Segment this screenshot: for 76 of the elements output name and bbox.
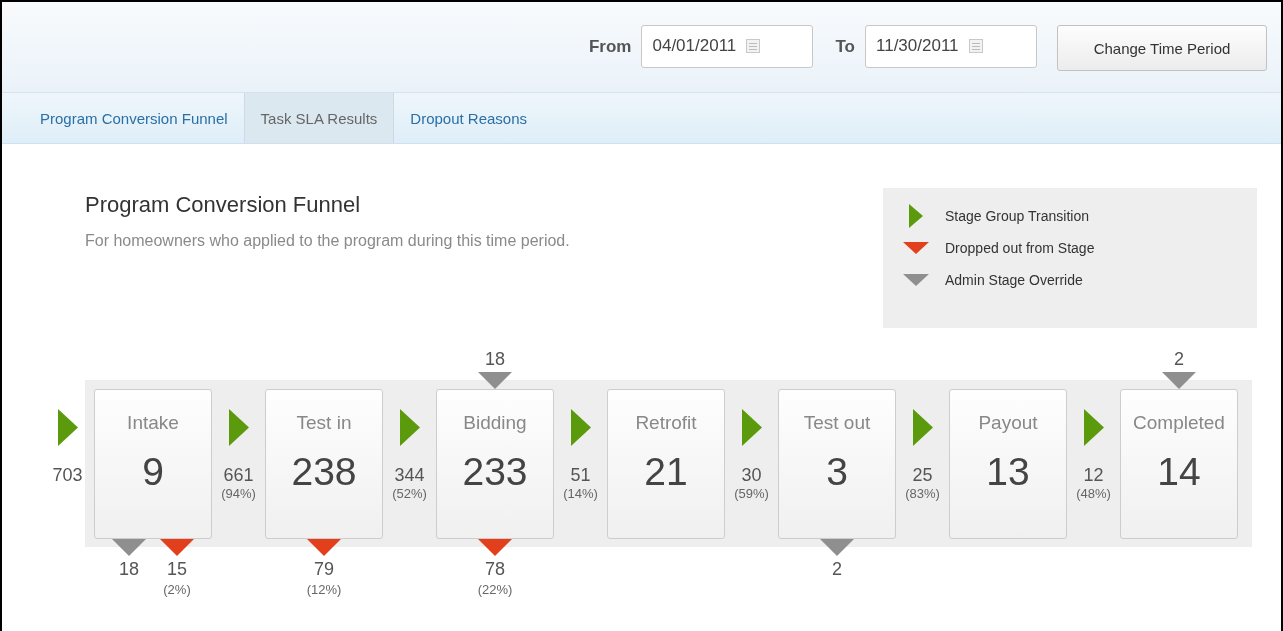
transition-count: 51	[570, 464, 591, 486]
stage-name: Payout	[978, 412, 1038, 434]
stage-count: 21	[644, 450, 688, 494]
transition-count: 661	[223, 464, 254, 486]
stage-name: Test out	[803, 412, 871, 434]
transition-percent: (59%)	[734, 486, 769, 501]
stage-card[interactable]: Test out 3	[778, 389, 896, 539]
down-triangle-icon	[307, 539, 341, 556]
change-time-period-button[interactable]: Change Time Period	[1057, 25, 1267, 71]
legend-label: Admin Stage Override	[945, 272, 1083, 288]
funnel-title: Program Conversion Funnel	[85, 192, 362, 218]
marker-count: 18	[485, 348, 505, 371]
down-triangle-icon	[1162, 372, 1196, 389]
down-triangle-icon	[478, 372, 512, 389]
date-field[interactable]: 11/30/2011	[865, 24, 1037, 68]
to-label: To	[835, 37, 855, 57]
transition-percent: (83%)	[905, 486, 940, 501]
transition-count: 12	[1083, 464, 1104, 486]
tab[interactable]: Program Conversion Funnel	[24, 93, 244, 143]
marker-count: 79	[314, 558, 334, 581]
date-field[interactable]: 04/01/2011	[641, 24, 814, 68]
play-triangle-icon	[909, 204, 923, 228]
play-triangle-icon	[570, 409, 591, 446]
play-triangle-icon	[228, 409, 249, 446]
stage-count: 233	[462, 450, 528, 494]
stage-count: 13	[986, 450, 1030, 494]
stage-card[interactable]: Completed 14	[1120, 389, 1238, 539]
stage-name: Intake	[127, 412, 179, 434]
transition-count: 703	[52, 464, 83, 486]
stage-count: 14	[1157, 450, 1201, 494]
down-triangle-icon	[903, 274, 929, 286]
play-triangle-icon	[399, 409, 420, 446]
stage-card[interactable]: Intake 9	[94, 389, 212, 539]
legend-label: Dropped out from Stage	[945, 240, 1095, 256]
tab[interactable]: Task SLA Results	[243, 93, 395, 143]
stage-count: 238	[291, 450, 357, 494]
marker-count: 15	[167, 558, 187, 581]
stage-card[interactable]: Test in 238	[265, 389, 383, 539]
transition-count: 30	[741, 464, 762, 486]
marker-percent: (12%)	[306, 582, 342, 597]
play-triangle-icon	[57, 409, 78, 446]
transition-percent: (52%)	[392, 486, 427, 501]
tab[interactable]: Dropout Reasons	[394, 93, 544, 143]
stage-card[interactable]: Payout 13	[949, 389, 1067, 539]
marker-count: 18	[119, 558, 139, 581]
stage-name: Bidding	[463, 412, 527, 434]
down-triangle-icon	[903, 242, 929, 254]
calendar-icon[interactable]	[968, 39, 983, 53]
play-triangle-icon	[741, 409, 762, 446]
marker-count: 78	[485, 558, 505, 581]
stage-card[interactable]: Retrofit 21	[607, 389, 725, 539]
funnel-subtitle: For homeowners who applied to the program during this time period.	[85, 232, 570, 250]
transition-count: 25	[912, 464, 933, 486]
stage-count: 3	[826, 450, 848, 494]
play-triangle-icon	[912, 409, 933, 446]
down-triangle-icon	[112, 539, 146, 556]
calendar-icon[interactable]	[746, 39, 761, 53]
down-triangle-icon	[160, 539, 194, 556]
transition-count: 344	[394, 464, 425, 486]
from-label: From	[589, 37, 632, 57]
marker-count: 2	[832, 558, 842, 581]
transition-percent: (14%)	[563, 486, 598, 501]
marker-percent: (22%)	[477, 582, 513, 597]
down-triangle-icon	[820, 539, 854, 556]
transition-percent: (48%)	[1076, 486, 1111, 501]
stage-card[interactable]: Bidding 233	[436, 389, 554, 539]
stage-count: 9	[142, 450, 164, 494]
stage-name: Completed	[1133, 412, 1225, 434]
down-triangle-icon	[478, 539, 512, 556]
legend-label: Stage Group Transition	[945, 208, 1089, 224]
stage-name: Test in	[296, 412, 352, 434]
stage-name: Retrofit	[635, 412, 697, 434]
transition-percent: (94%)	[221, 486, 256, 501]
marker-count: 2	[1174, 348, 1184, 371]
play-triangle-icon	[1083, 409, 1104, 446]
marker-percent: (2%)	[163, 582, 191, 597]
